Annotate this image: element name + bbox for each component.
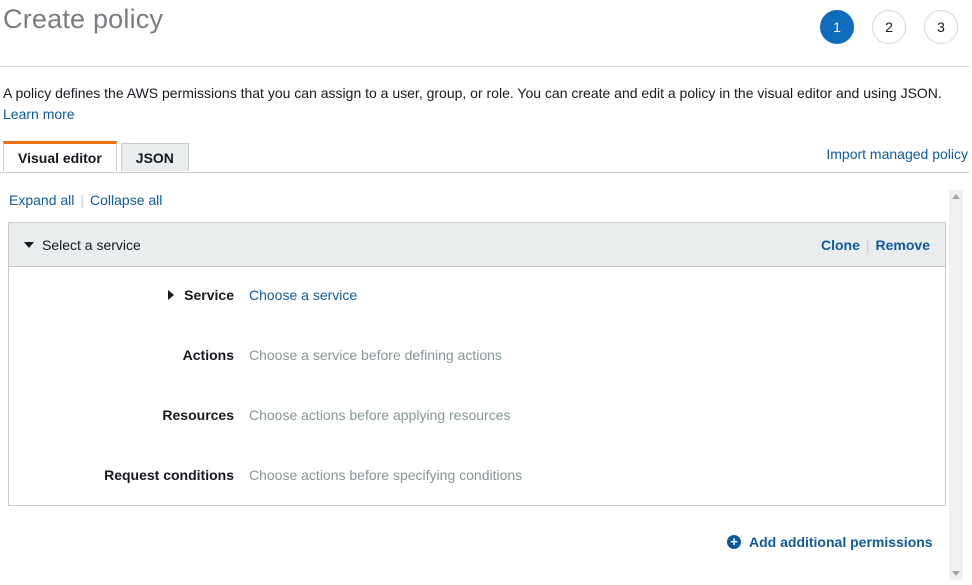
- service-label: Service: [184, 287, 234, 303]
- wizard-steps: 1 2 3: [820, 10, 958, 44]
- panel-header[interactable]: Select a service Clone | Remove: [9, 223, 945, 267]
- collapse-all-link[interactable]: Collapse all: [90, 192, 162, 208]
- step-1-indicator[interactable]: 1: [820, 10, 854, 44]
- page-title: Create policy: [3, 4, 164, 34]
- actions-row: Actions Choose a service before defining…: [9, 345, 945, 365]
- scroll-down-arrow-icon[interactable]: [952, 571, 960, 576]
- request-conditions-row: Request conditions Choose actions before…: [9, 465, 945, 485]
- resources-row: Resources Choose actions before applying…: [9, 405, 945, 425]
- resources-hint: Choose actions before applying resources: [249, 407, 511, 423]
- import-managed-policy-link[interactable]: Import managed policy: [826, 146, 968, 162]
- resources-label: Resources: [162, 407, 234, 423]
- expand-collapse-controls: Expand all | Collapse all: [9, 192, 162, 208]
- choose-service-link[interactable]: Choose a service: [249, 287, 357, 303]
- learn-more-link[interactable]: Learn more: [3, 106, 75, 122]
- policy-description: A policy defines the AWS permissions tha…: [3, 83, 963, 125]
- header-divider: [0, 66, 969, 67]
- actions-hint: Choose a service before defining actions: [249, 347, 502, 363]
- service-row: Service Choose a service: [9, 285, 945, 305]
- tab-divider: [0, 172, 969, 173]
- expand-all-link[interactable]: Expand all: [9, 192, 74, 208]
- remove-button[interactable]: Remove: [876, 237, 930, 253]
- tab-visual-editor[interactable]: Visual editor: [3, 141, 117, 171]
- actions-label: Actions: [182, 347, 234, 363]
- service-label-wrap[interactable]: Service: [9, 287, 234, 303]
- panel-actions: Clone | Remove: [821, 237, 930, 253]
- vertical-scrollbar[interactable]: [949, 190, 963, 580]
- request-conditions-hint: Choose actions before specifying conditi…: [249, 467, 523, 483]
- permission-panel: Select a service Clone | Remove Service …: [8, 222, 946, 506]
- panel-title: Select a service: [42, 236, 141, 253]
- add-additional-permissions-button[interactable]: + Add additional permissions: [727, 534, 933, 550]
- collapse-caret-icon[interactable]: [24, 241, 34, 248]
- scroll-up-arrow-icon[interactable]: [952, 194, 960, 199]
- request-conditions-label: Request conditions: [104, 467, 234, 483]
- add-permissions-label: Add additional permissions: [749, 534, 933, 550]
- link-separator: |: [80, 192, 85, 208]
- editor-tabs: Visual editor JSON: [3, 141, 193, 171]
- clone-button[interactable]: Clone: [821, 237, 860, 253]
- step-3-indicator[interactable]: 3: [924, 10, 958, 44]
- tab-json[interactable]: JSON: [120, 143, 189, 171]
- action-separator: |: [865, 236, 870, 253]
- plus-circle-icon: +: [727, 535, 741, 549]
- step-2-indicator[interactable]: 2: [872, 10, 906, 44]
- expand-caret-icon[interactable]: [168, 290, 175, 300]
- description-text: A policy defines the AWS permissions tha…: [3, 85, 942, 101]
